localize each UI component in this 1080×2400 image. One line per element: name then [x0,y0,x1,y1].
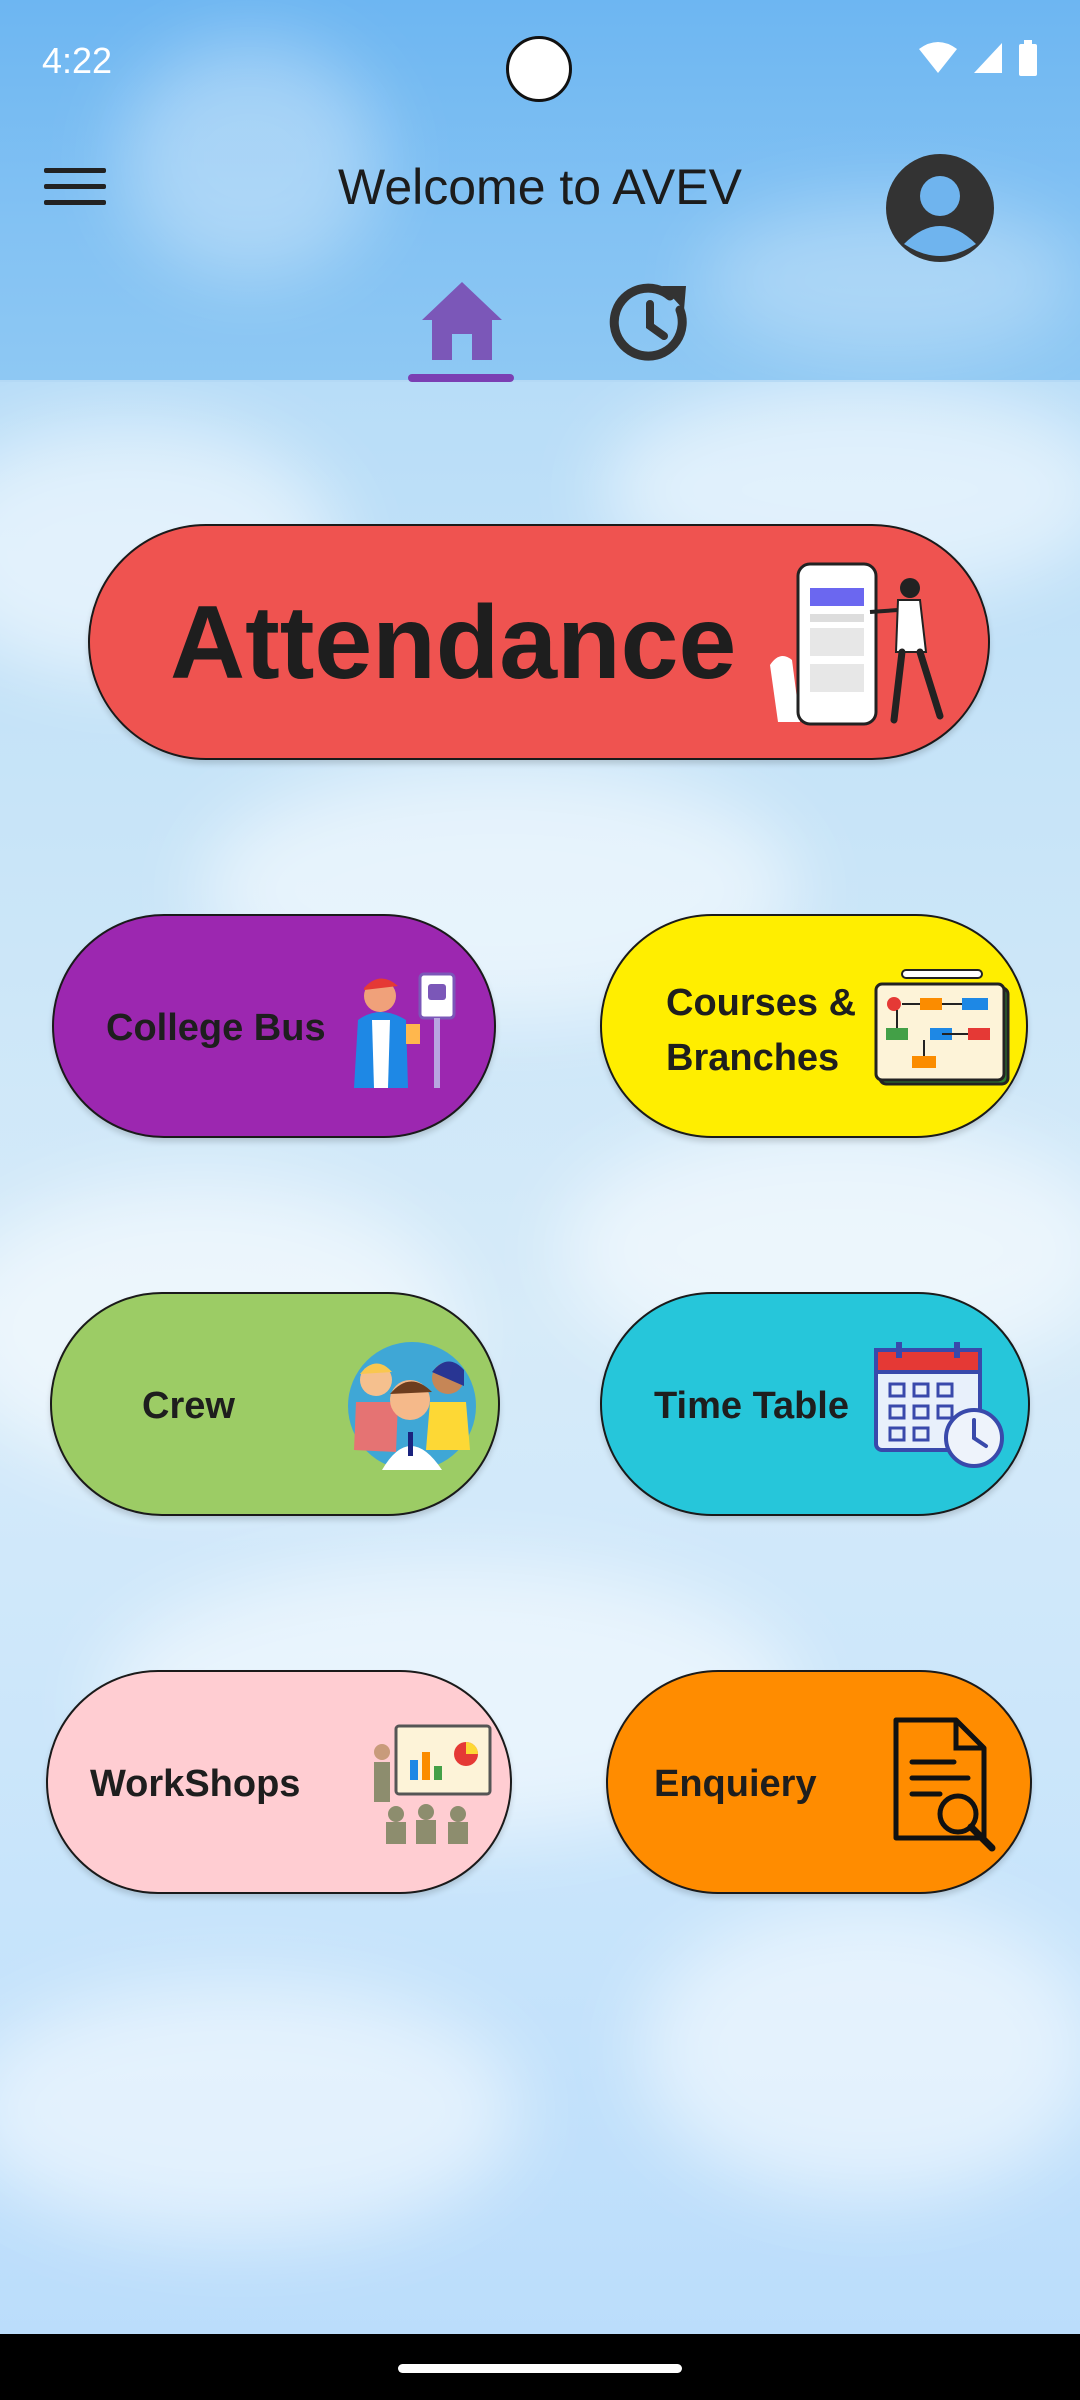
workshops-card[interactable]: WorkShops [46,1670,512,1894]
flowchart-board-icon [874,969,1010,1086]
status-icons [918,40,1038,76]
attendance-card[interactable]: Attendance [88,524,990,760]
home-gesture-handle[interactable] [398,2364,682,2373]
enquiry-label: Enquiery [654,1763,817,1805]
home-icon[interactable] [412,272,512,372]
courses-branches-label: Courses & Branches [666,976,856,1086]
phone-person-illustration-icon [770,562,944,726]
attendance-label: Attendance [170,585,737,701]
crew-label: Crew [142,1385,235,1427]
profile-avatar-icon[interactable] [884,152,996,264]
time-table-label: Time Table [654,1385,849,1427]
document-search-icon [893,1717,996,1852]
college-bus-label: College Bus [106,1007,326,1049]
enquiry-card[interactable]: Enquiery [606,1670,1032,1894]
camera-cutout [506,36,572,102]
battery-icon [1019,40,1037,76]
crew-card[interactable]: Crew [50,1292,500,1516]
signal-icon [974,43,1002,73]
calendar-clock-icon [874,1342,1004,1468]
courses-branches-card[interactable]: Courses & Branches [600,914,1028,1138]
status-time: 4:22 [42,40,113,81]
presentation-audience-icon [374,1724,492,1844]
workshops-label: WorkShops [90,1763,301,1805]
time-table-card[interactable]: Time Table [600,1292,1030,1516]
app-bar: 4:22 Welcome to AVEV [0,0,1080,382]
tab-indicator [408,374,514,382]
college-bus-card[interactable]: College Bus [52,914,496,1138]
wifi-icon [919,42,957,73]
history-icon[interactable] [600,272,700,372]
courses-label-line1: Courses & [666,982,857,1024]
team-people-icon [348,1342,476,1470]
courses-label-line2: Branches [666,1037,840,1079]
status-bar: 4:22 [0,0,1080,120]
bus-stop-person-icon [354,972,456,1088]
